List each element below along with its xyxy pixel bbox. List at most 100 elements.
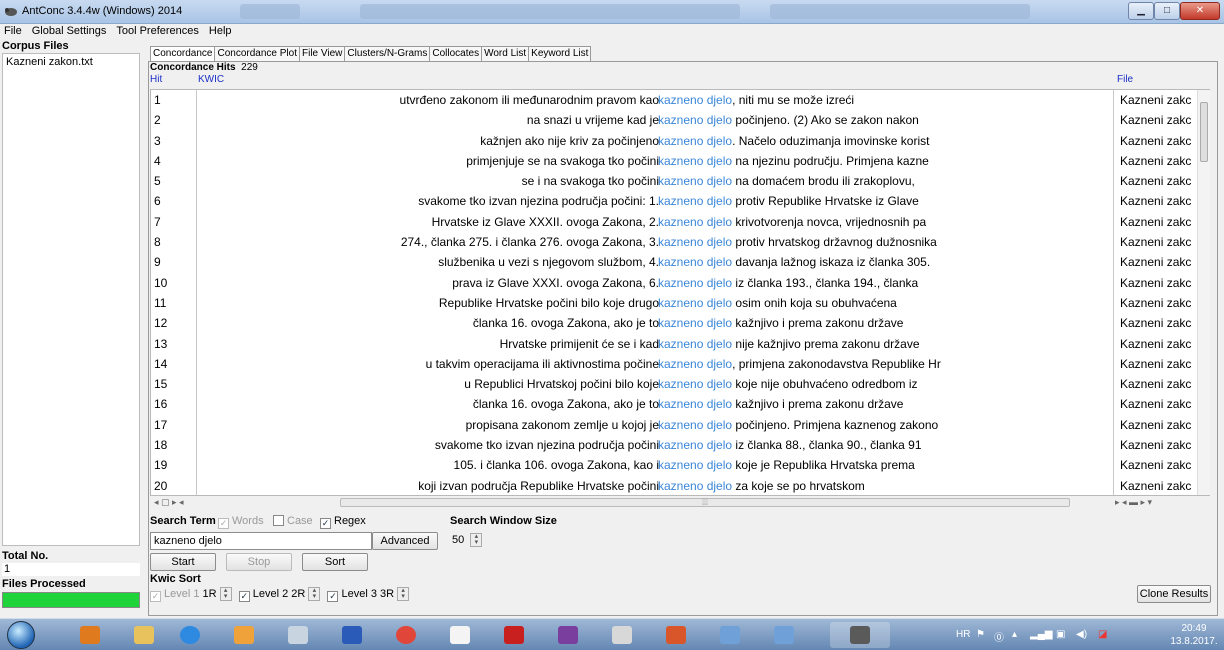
file-name-cell[interactable]: Kazneni zakc	[1117, 476, 1197, 495]
scrollbar-track[interactable]: ⦙⦙⦙	[340, 498, 1070, 507]
kwic-keyword[interactable]: kazneno djelo	[658, 438, 732, 452]
kwic-keyword[interactable]: kazneno djelo	[658, 235, 732, 249]
hit-number[interactable]: 14	[151, 354, 196, 374]
tab-keyword-list[interactable]: Keyword List	[528, 46, 592, 61]
regex-checkbox[interactable]: ✓ Regex	[320, 515, 366, 529]
hit-number[interactable]: 17	[151, 415, 196, 435]
hit-number[interactable]: 9	[151, 252, 196, 272]
file-name-cell[interactable]: Kazneni zakc	[1117, 252, 1197, 272]
hit-number[interactable]: 13	[151, 334, 196, 354]
hit-number[interactable]: 8	[151, 232, 196, 252]
kwic-line[interactable]: 274., članka 275. i članka 276. ovoga Za…	[198, 232, 1113, 252]
kwic-line[interactable]: u Republici Hrvatskoj počini bilo koje ka…	[198, 374, 1113, 394]
sort-button[interactable]: Sort	[302, 553, 368, 571]
outlook-taskbar-icon[interactable]	[222, 622, 266, 648]
kwic-keyword[interactable]: kazneno djelo	[658, 479, 732, 493]
search-window-size-spinner[interactable]: 50 ▴ ▾	[452, 532, 483, 548]
antconc-taskbar-icon[interactable]	[830, 622, 890, 648]
powerpoint-taskbar-icon[interactable]	[654, 622, 698, 648]
file-name-cell[interactable]: Kazneni zakc	[1117, 334, 1197, 354]
app-taskbar-icon[interactable]	[708, 622, 752, 648]
acrobat-taskbar-icon[interactable]	[438, 622, 482, 648]
hit-number[interactable]: 7	[151, 212, 196, 232]
scroll-left-icon[interactable]: ◂ ▢ ▸ ◂	[154, 497, 184, 508]
kwic-line[interactable]: propisana zakonom zemlje u kojoj je kazne…	[198, 415, 1113, 435]
column-header-kwic[interactable]: KWIC	[198, 74, 224, 85]
search-term-input[interactable]	[150, 532, 372, 550]
winrar-taskbar-icon[interactable]	[546, 622, 590, 648]
kwic-keyword[interactable]: kazneno djelo	[658, 357, 732, 371]
hit-number[interactable]: 19	[151, 455, 196, 475]
network-icon[interactable]: ▣	[1056, 629, 1065, 640]
internet-explorer-taskbar-icon[interactable]	[168, 622, 212, 648]
hit-number[interactable]: 12	[151, 313, 196, 333]
kwic-line[interactable]: prava iz Glave XXXI. ovoga Zakona, 6. kaz…	[198, 273, 1113, 293]
file-name-cell[interactable]: Kazneni zakc	[1117, 354, 1197, 374]
file-name-cell[interactable]: Kazneni zakc	[1117, 374, 1197, 394]
column-header-file[interactable]: File	[1117, 74, 1133, 85]
concordance-table[interactable]: 1 2 3 4 5 6 7 8 9 10 11 12 13 14 15 16 17 18 19 20 utvrđeno…	[150, 89, 1210, 496]
menu-file[interactable]: File	[4, 24, 22, 38]
menu-help[interactable]: Help	[209, 24, 232, 38]
hit-number[interactable]: 18	[151, 435, 196, 455]
kwic-keyword[interactable]: kazneno djelo	[658, 174, 732, 188]
kwic-keyword[interactable]: kazneno djelo	[658, 113, 732, 127]
clone-results-button[interactable]: Clone Results	[1137, 585, 1211, 603]
kwic-line[interactable]: članka 16. ovoga Zakona, ako je to kaznen…	[198, 313, 1113, 333]
corpus-files-list[interactable]: Kazneni zakon.txt	[2, 53, 140, 546]
kwic-line[interactable]: 105. i članka 106. ovoga Zakona, kao i ka…	[198, 455, 1113, 475]
network-signal-icon[interactable]: ▂▄▆	[1030, 629, 1052, 640]
hit-number[interactable]: 16	[151, 394, 196, 414]
kwic-keyword[interactable]: kazneno djelo	[658, 377, 732, 391]
file-name-cell[interactable]: Kazneni zakc	[1117, 212, 1197, 232]
kwic-line[interactable]: primjenjuje se na svakoga tko počini kazn…	[198, 151, 1113, 171]
kwic-keyword[interactable]: kazneno djelo	[658, 296, 732, 310]
start-button-icon[interactable]	[7, 621, 35, 649]
kwic-sort-level-2[interactable]: ✓ Level 2 2R ▴ ▾	[238, 587, 321, 602]
media-player-taskbar-icon[interactable]	[68, 622, 112, 648]
file-name-cell[interactable]: Kazneni zakc	[1117, 90, 1197, 110]
tab-concordance[interactable]: Concordance	[150, 46, 216, 61]
kwic-line[interactable]: Hrvatske primijenit će se i kad kazneno d…	[198, 334, 1113, 354]
kwic-keyword[interactable]: kazneno djelo	[658, 418, 732, 432]
kwic-sort-level-3[interactable]: ✓ Level 3 3R ▴ ▾	[327, 587, 410, 602]
hit-number[interactable]: 10	[151, 273, 196, 293]
file-name-cell[interactable]: Kazneni zakc	[1117, 131, 1197, 151]
file-name-cell[interactable]: Kazneni zakc	[1117, 151, 1197, 171]
hit-number[interactable]: 1	[151, 90, 196, 110]
chrome-taskbar-icon[interactable]	[384, 622, 428, 648]
kwic-keyword[interactable]: kazneno djelo	[658, 276, 732, 290]
spinner-arrows-icon[interactable]: ▴ ▾	[397, 587, 410, 601]
kwic-line[interactable]: utvrđeno zakonom ili međunarodnim pravom…	[198, 90, 1113, 110]
paint-taskbar-icon[interactable]	[600, 622, 644, 648]
kwic-line[interactable]: Hrvatske iz Glave XXXII. ovoga Zakona, 2…	[198, 212, 1113, 232]
file-name-cell[interactable]: Kazneni zakc	[1117, 455, 1197, 475]
hit-number[interactable]: 15	[151, 374, 196, 394]
minimize-button[interactable]: ▁	[1128, 2, 1154, 20]
kwic-line[interactable]: na snazi u vrijeme kad je kazneno djelo p…	[198, 110, 1113, 130]
file-explorer-taskbar-icon[interactable]	[122, 622, 166, 648]
kwic-line[interactable]: koji izvan područja Republike Hrvatske p…	[198, 476, 1113, 495]
clock[interactable]: 20:49 13.8.2017.	[1168, 622, 1220, 648]
kwic-line[interactable]: članka 16. ovoga Zakona, ako je to kaznen…	[198, 394, 1113, 414]
hit-number[interactable]: 6	[151, 191, 196, 211]
hit-number[interactable]: 11	[151, 293, 196, 313]
language-indicator[interactable]: HR	[956, 629, 970, 640]
file-name-cell[interactable]: Kazneni zakc	[1117, 394, 1197, 414]
tab-collocates[interactable]: Collocates	[429, 46, 483, 61]
spinner-arrows-icon[interactable]: ▴ ▾	[470, 533, 483, 548]
scrollbar-thumb[interactable]	[1200, 102, 1208, 162]
kwic-line[interactable]: službenika u vezi s njegovom službom, 4.…	[198, 252, 1113, 272]
kwic-sort-level-1[interactable]: ✓ Level 1 1R ▴ ▾	[150, 587, 232, 602]
help-icon[interactable]: ⓪	[994, 629, 1004, 644]
kwic-keyword[interactable]: kazneno djelo	[658, 215, 732, 229]
file-name-cell[interactable]: Kazneni zakc	[1117, 293, 1197, 313]
tab-clusters-ngrams[interactable]: Clusters/N-Grams	[344, 46, 431, 61]
kwic-line[interactable]: kažnjen ako nije kriv za počinjeno kaznen…	[198, 131, 1113, 151]
hit-number[interactable]: 5	[151, 171, 196, 191]
kwic-keyword[interactable]: kazneno djelo	[658, 397, 732, 411]
scroll-right-icon[interactable]: ▸ ◂ ▬ ▸ ▾	[1115, 497, 1152, 508]
hit-number[interactable]: 20	[151, 476, 196, 496]
spinner-arrows-icon[interactable]: ▴ ▾	[308, 587, 321, 601]
file-name-cell[interactable]: Kazneni zakc	[1117, 435, 1197, 455]
